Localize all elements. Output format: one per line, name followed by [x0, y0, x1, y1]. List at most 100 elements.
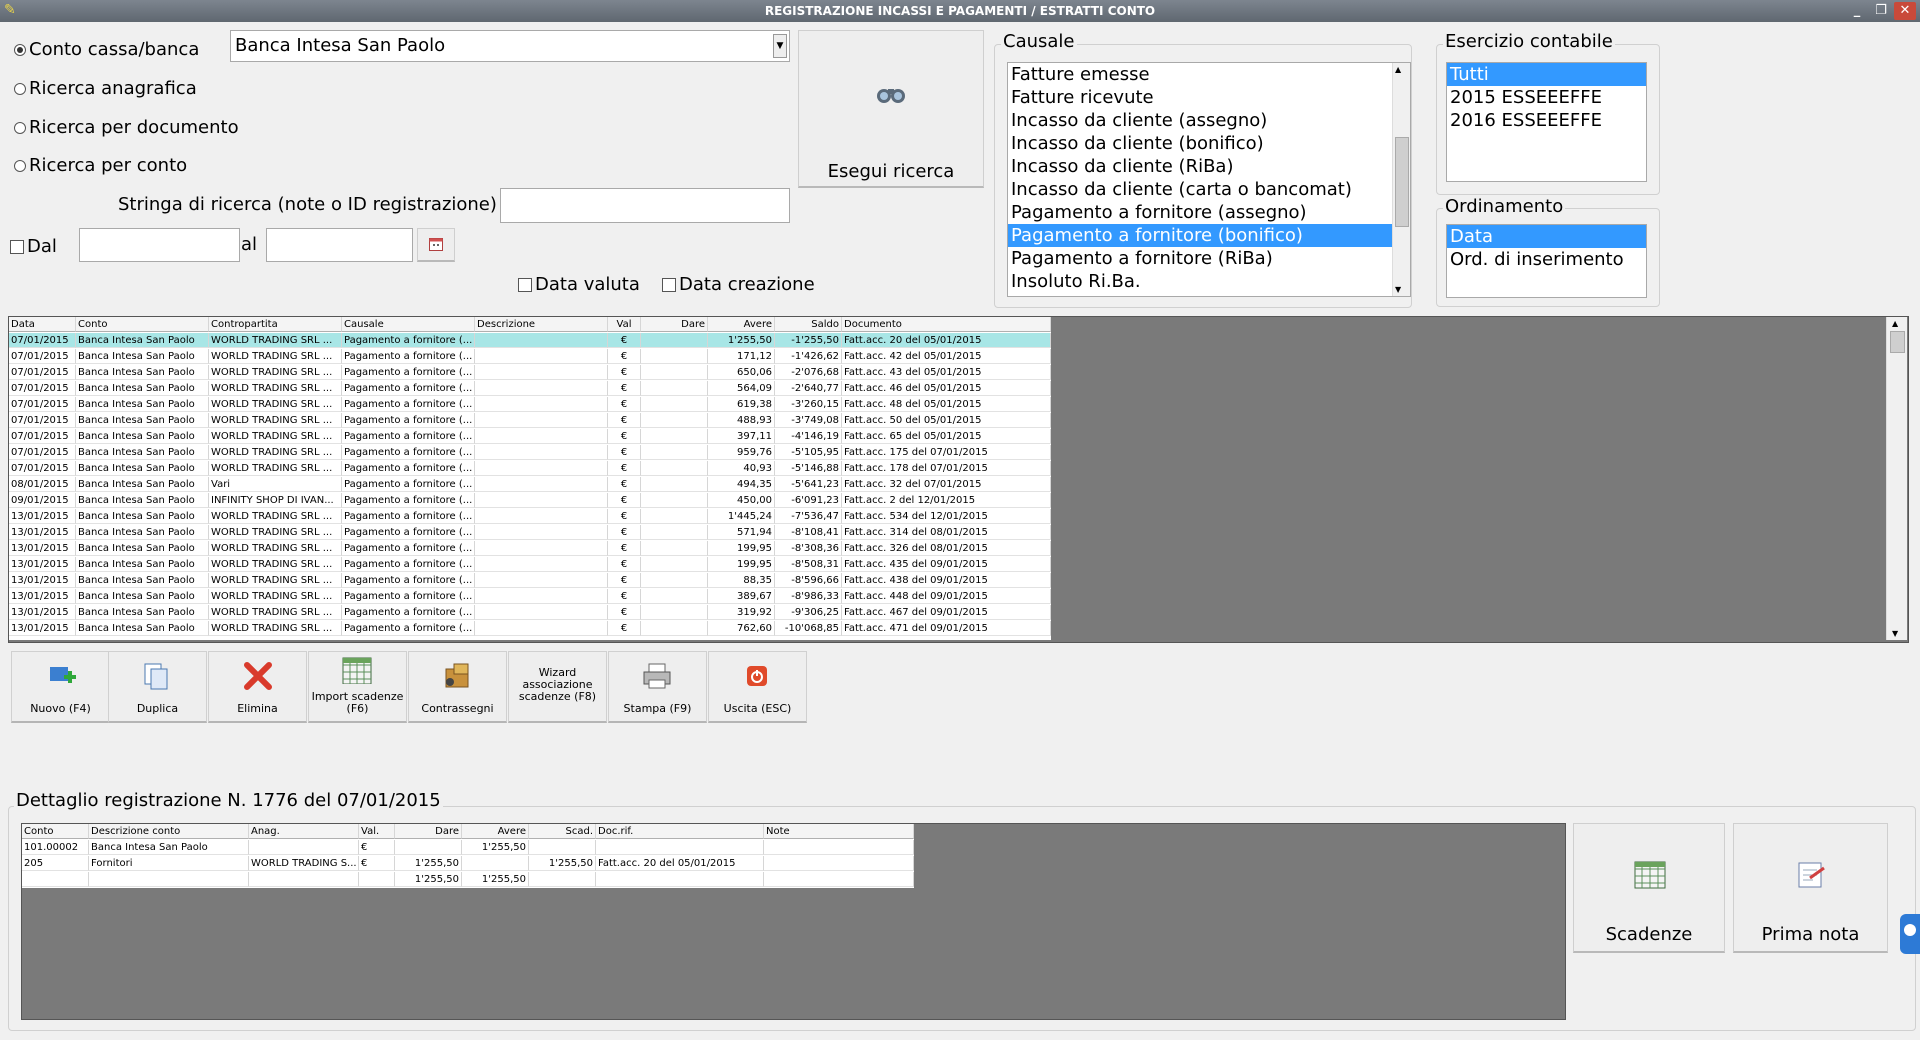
account-select[interactable]: Banca Intesa San Paolo ▼ [230, 30, 790, 62]
esercizio-item[interactable]: Tutti [1447, 63, 1646, 86]
causale-list[interactable]: Fatture emesse Fatture ricevute Incasso da… [1007, 62, 1411, 297]
table-row[interactable]: 1'255,50 1'255,50 [22, 872, 914, 888]
ordinamento-item[interactable]: Data [1447, 225, 1646, 248]
column-header[interactable]: Documento [842, 317, 1051, 332]
causale-item[interactable]: Fatture emesse [1008, 63, 1410, 86]
causale-item[interactable]: Incasso da cliente (RiBa) [1008, 155, 1410, 178]
column-header[interactable]: Descrizione conto [89, 824, 249, 839]
causale-item[interactable]: Incasso da cliente (assegno) [1008, 109, 1410, 132]
grid-scrollbar[interactable]: ▲ ▼ [1886, 317, 1907, 640]
creation-date-checkbox[interactable]: Data creazione [662, 274, 815, 295]
date-to-input[interactable] [266, 228, 413, 262]
delete-button[interactable]: Elimina [208, 651, 307, 723]
table-row[interactable]: 07/01/2015 Banca Intesa San Paolo WORLD TR… [9, 349, 1051, 365]
table-row[interactable]: 09/01/2015 Banca Intesa San Paolo INFINITY… [9, 493, 1051, 509]
grid-cell: Fatt.acc. 178 del 07/01/2015 [842, 461, 1051, 476]
table-row[interactable]: 13/01/2015 Banca Intesa San Paolo WORLD TR… [9, 525, 1051, 541]
restore-button[interactable]: ❐ [1870, 2, 1892, 20]
column-header[interactable]: Saldo [775, 317, 842, 332]
radio-ricerca-anagrafica[interactable]: Ricerca anagrafica [14, 78, 197, 99]
table-row[interactable]: 13/01/2015 Banca Intesa San Paolo WORLD TR… [9, 541, 1051, 557]
close-button[interactable]: ✕ [1894, 2, 1916, 20]
wizard-button[interactable]: Wizard associazione scadenze (F8) [508, 651, 607, 723]
column-header[interactable]: Note [764, 824, 914, 839]
scadenze-button[interactable]: Scadenze [1573, 823, 1725, 953]
transactions-grid[interactable]: Data Conto Contropartita Causale Descrizione… [9, 317, 1051, 640]
table-row[interactable]: 13/01/2015 Banca Intesa San Paolo WORLD TR… [9, 509, 1051, 525]
table-row[interactable]: 101.00002 Banca Intesa San Paolo €1'255,50 [22, 840, 914, 856]
esercizio-list[interactable]: Tutti 2015 ESSEEEFFE 2016 ESSEEEFFE [1446, 62, 1647, 182]
table-row[interactable]: 205 Fornitori WORLD TRADING S... €1'255,50 1… [22, 856, 914, 872]
grid-cell: -2'640,77 [775, 381, 842, 396]
esercizio-item[interactable]: 2015 ESSEEEFFE [1447, 86, 1646, 109]
scroll-thumb[interactable] [1395, 137, 1409, 227]
scroll-up-icon[interactable]: ▲ [1892, 319, 1898, 328]
table-row[interactable]: 07/01/2015 Banca Intesa San Paolo WORLD TR… [9, 413, 1051, 429]
column-header[interactable]: Doc.rif. [596, 824, 764, 839]
calendar-button[interactable] [417, 228, 455, 262]
search-string-input[interactable] [500, 188, 790, 223]
causale-item[interactable]: Incasso da cliente (bonifico) [1008, 132, 1410, 155]
prima-nota-button[interactable]: Prima nota [1733, 823, 1888, 953]
table-row[interactable]: 08/01/2015 Banca Intesa San Paolo Vari Paga… [9, 477, 1051, 493]
causale-scrollbar[interactable]: ▲ ▼ [1392, 63, 1410, 296]
radio-ricerca-conto[interactable]: Ricerca per conto [14, 155, 187, 176]
table-row[interactable]: 13/01/2015 Banca Intesa San Paolo WORLD TR… [9, 573, 1051, 589]
chevron-down-icon[interactable]: ▼ [773, 34, 787, 58]
new-button[interactable]: Nuovo (F4) [11, 651, 110, 723]
scroll-down-icon[interactable]: ▼ [1395, 285, 1401, 294]
column-header[interactable]: Descrizione [475, 317, 608, 332]
search-button[interactable]: Esegui ricerca [798, 30, 984, 188]
contrassegni-button[interactable]: Contrassegni [408, 651, 507, 723]
column-header[interactable]: Contropartita [209, 317, 342, 332]
duplicate-button[interactable]: Duplica [108, 651, 207, 723]
table-row[interactable]: 07/01/2015 Banca Intesa San Paolo WORLD TR… [9, 365, 1051, 381]
column-header[interactable]: Dare [395, 824, 462, 839]
minimize-button[interactable]: _ [1846, 2, 1868, 20]
table-row[interactable]: 07/01/2015 Banca Intesa San Paolo WORLD TR… [9, 429, 1051, 445]
column-header[interactable]: Scad. [529, 824, 596, 839]
ordinamento-list[interactable]: Data Ord. di inserimento [1446, 224, 1647, 298]
table-row[interactable]: 07/01/2015 Banca Intesa San Paolo WORLD TR… [9, 397, 1051, 413]
scroll-up-icon[interactable]: ▲ [1395, 65, 1401, 74]
print-button[interactable]: Stampa (F9) [608, 651, 707, 723]
column-header[interactable]: Dare [641, 317, 708, 332]
column-header[interactable]: Anag. [249, 824, 359, 839]
radio-ricerca-documento[interactable]: Ricerca per documento [14, 117, 239, 138]
column-header[interactable]: Val [608, 317, 641, 332]
column-header[interactable]: Conto [76, 317, 209, 332]
side-helper-tab[interactable] [1900, 914, 1920, 954]
column-header[interactable]: Data [9, 317, 76, 332]
causale-item[interactable]: Pagamento a fornitore (RiBa) [1008, 247, 1410, 270]
causale-item[interactable]: Insoluto Ri.Ba. [1008, 270, 1410, 293]
table-row[interactable]: 07/01/2015 Banca Intesa San Paolo WORLD TR… [9, 333, 1051, 349]
table-row[interactable]: 07/01/2015 Banca Intesa San Paolo WORLD TR… [9, 381, 1051, 397]
ordinamento-item[interactable]: Ord. di inserimento [1447, 248, 1646, 271]
table-row[interactable]: 07/01/2015 Banca Intesa San Paolo WORLD TR… [9, 445, 1051, 461]
import-scadenze-button[interactable]: Import scadenze (F6) [308, 651, 407, 723]
table-row[interactable]: 13/01/2015 Banca Intesa San Paolo WORLD TR… [9, 589, 1051, 605]
column-header[interactable]: Avere [462, 824, 529, 839]
column-header[interactable]: Val. [359, 824, 395, 839]
column-header[interactable]: Avere [708, 317, 775, 332]
causale-item[interactable]: Fatture ricevute [1008, 86, 1410, 109]
grid-cell: Pagamento a fornitore (... [342, 461, 475, 476]
column-header[interactable]: Conto [22, 824, 89, 839]
table-row[interactable]: 13/01/2015 Banca Intesa San Paolo WORLD TR… [9, 605, 1051, 621]
value-date-checkbox[interactable]: Data valuta [518, 274, 640, 295]
radio-conto-cassa-banca[interactable]: Conto cassa/banca [14, 39, 199, 60]
detail-grid[interactable]: Conto Descrizione conto Anag. Val. Dare Avere… [22, 824, 914, 888]
table-row[interactable]: 13/01/2015 Banca Intesa San Paolo WORLD TR… [9, 621, 1051, 637]
date-from-input[interactable] [79, 228, 240, 262]
scroll-down-icon[interactable]: ▼ [1892, 629, 1898, 638]
causale-item[interactable]: Pagamento a fornitore (bonifico) [1008, 224, 1410, 247]
date-from-checkbox[interactable]: Dal [10, 236, 57, 257]
scroll-thumb[interactable] [1890, 331, 1905, 353]
table-row[interactable]: 13/01/2015 Banca Intesa San Paolo WORLD TR… [9, 557, 1051, 573]
exit-button[interactable]: Uscita (ESC) [708, 651, 807, 723]
column-header[interactable]: Causale [342, 317, 475, 332]
table-row[interactable]: 07/01/2015 Banca Intesa San Paolo WORLD TR… [9, 461, 1051, 477]
esercizio-item[interactable]: 2016 ESSEEEFFE [1447, 109, 1646, 132]
causale-item[interactable]: Incasso da cliente (carta o bancomat) [1008, 178, 1410, 201]
causale-item[interactable]: Pagamento a fornitore (assegno) [1008, 201, 1410, 224]
